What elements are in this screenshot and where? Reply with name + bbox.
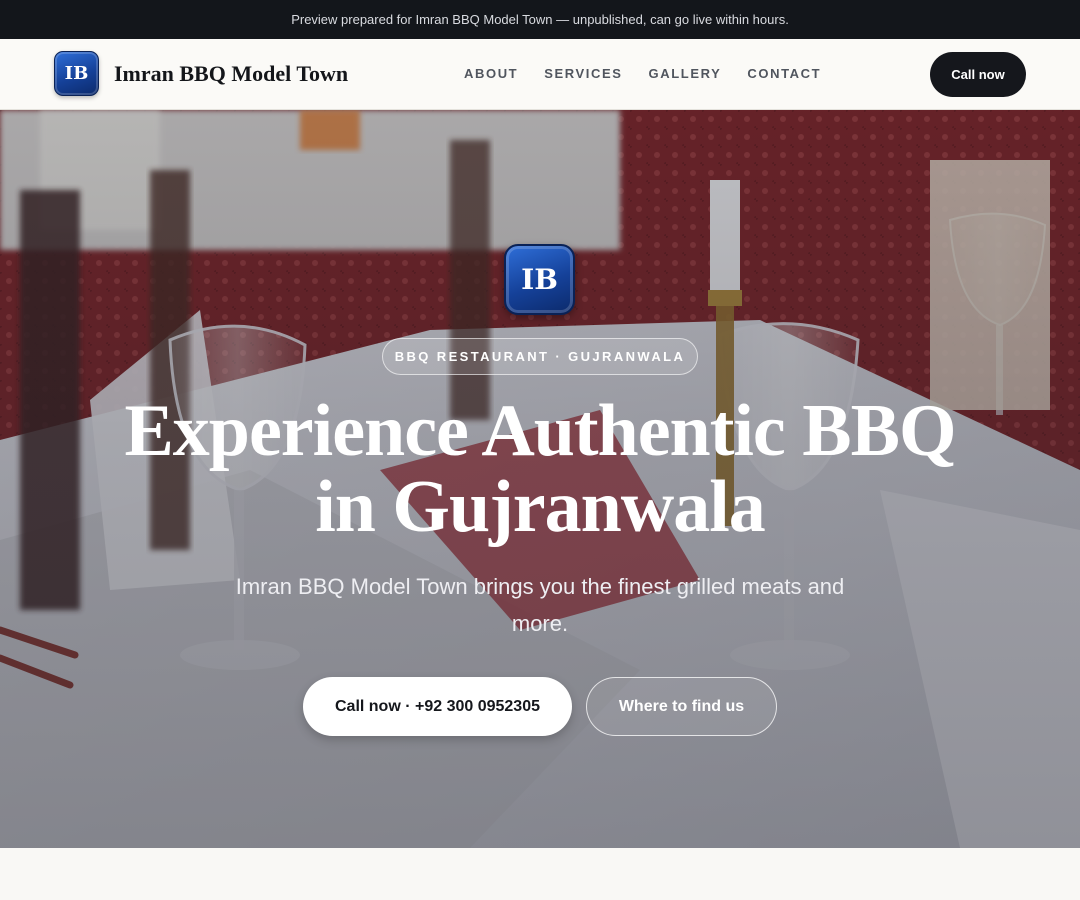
hero-title-line-2: in Gujranwala (315, 466, 766, 548)
preview-banner-text: Preview prepared for Imran BBQ Model Tow… (291, 12, 789, 27)
hero-location-button[interactable]: Where to find us (586, 677, 777, 736)
hero-category-tag: BBQ RESTAURANT · GUJRANWALA (382, 338, 698, 375)
hero-logo-initials: IB (521, 263, 558, 296)
preview-banner: Preview prepared for Imran BBQ Model Tow… (0, 0, 1080, 39)
brand-link[interactable]: IB Imran BBQ Model Town (54, 51, 348, 96)
nav-link-services[interactable]: SERVICES (544, 66, 622, 81)
nav-link-about[interactable]: ABOUT (464, 66, 518, 81)
main-nav: ABOUT SERVICES GALLERY CONTACT (464, 66, 847, 81)
nav-link-gallery[interactable]: GALLERY (649, 66, 722, 81)
header-call-button[interactable]: Call now (930, 52, 1026, 97)
hero-subtitle: Imran BBQ Model Town brings you the fine… (235, 574, 845, 636)
brand-logo: IB (54, 51, 99, 96)
hero-logo: IB (504, 244, 575, 315)
hero-section: IB BBQ RESTAURANT · GUJRANWALA Experienc… (0, 110, 1080, 848)
hero-title-line-1: Experience Authentic BBQ (124, 390, 956, 472)
nav-link-contact[interactable]: CONTACT (747, 66, 821, 81)
next-section (0, 848, 1080, 900)
site-header: IB Imran BBQ Model Town ABOUT SERVICES G… (0, 39, 1080, 110)
hero-call-button[interactable]: Call now · +92 300 0952305 (303, 677, 572, 736)
brand-logo-initials: IB (64, 63, 89, 84)
brand-name: Imran BBQ Model Town (114, 60, 349, 86)
hero-title: Experience Authentic BBQ in Gujranwala (100, 393, 980, 545)
